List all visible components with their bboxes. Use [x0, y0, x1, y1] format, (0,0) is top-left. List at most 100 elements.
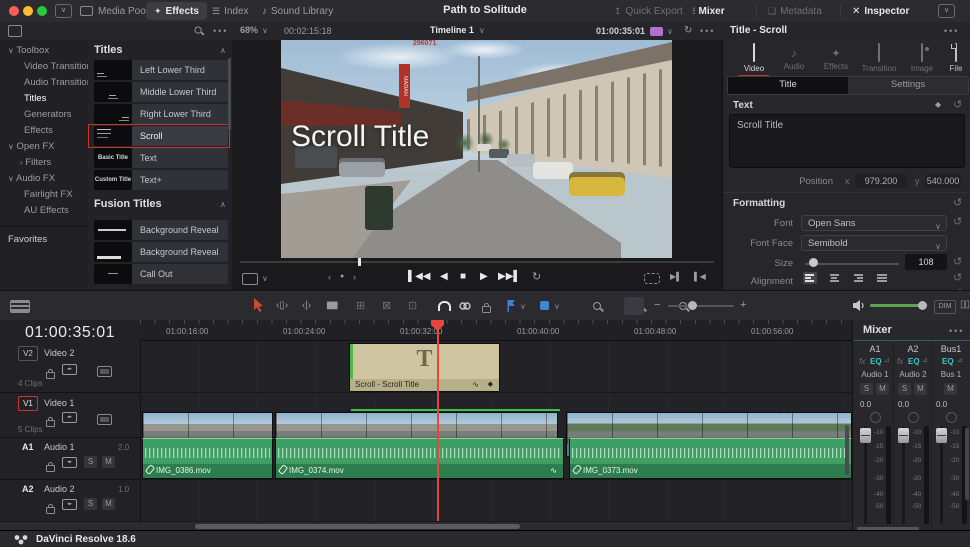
marker-icon[interactable] [540, 301, 549, 310]
timeline-view-options-icon[interactable] [10, 300, 30, 313]
sidebar-item-generators[interactable]: Generators [24, 109, 72, 120]
search-icon[interactable] [193, 26, 206, 37]
track-v2-enable-icon[interactable] [97, 366, 113, 377]
track-header-a2[interactable]: A2 Audio 2 1.0 ◂▸ S M [0, 479, 140, 522]
sidebar-item-audio-transitions[interactable]: Audio Transitions [24, 77, 97, 88]
zoom-full-extent-icon[interactable] [591, 301, 605, 313]
titles-scrollbar[interactable] [228, 58, 231, 130]
track-a2-destination[interactable]: A2 [22, 484, 34, 494]
snapping-magnet-icon[interactable] [438, 301, 451, 311]
track-header-a1[interactable]: A1 Audio 1 2.0 ◂▸ S M [0, 437, 140, 480]
fusion-titles-collapse-icon[interactable]: ∧ [220, 200, 226, 209]
channel-fader-handle[interactable] [898, 428, 909, 443]
keyframe-icon[interactable]: ◆ [935, 100, 941, 109]
channel-mute-button[interactable]: M [914, 383, 927, 395]
titles-collapse-icon[interactable]: ∧ [220, 46, 226, 55]
track-a1-destination[interactable]: A1 [22, 442, 34, 452]
trim-edit-mode-icon[interactable]: ‹▯› [276, 300, 288, 311]
align-justify-icon[interactable] [875, 272, 889, 284]
insert-clip-icon[interactable]: ⊞ [356, 299, 365, 312]
titles-panel-options-icon[interactable]: ••• [213, 26, 228, 36]
position-y-value[interactable]: 540.000 [925, 174, 961, 188]
metadata-button[interactable]: ❏ Metadata [768, 2, 822, 20]
formatting-reset-icon[interactable]: ↺ [953, 196, 962, 209]
play-around-icon[interactable]: ▶▌ [670, 272, 682, 281]
track-a1-mute-button[interactable]: M [102, 456, 115, 468]
mixer-button[interactable]: ⫶⫶ Mixer [692, 2, 725, 20]
overwrite-clip-icon[interactable]: ⊠ [382, 299, 391, 312]
channel-mute-button[interactable]: M [944, 383, 957, 395]
zoom-in-icon[interactable]: + [740, 299, 746, 311]
viewer-zoom-select[interactable]: 68% ∨ [240, 25, 268, 35]
text-content-input[interactable]: Scroll Title [729, 114, 965, 168]
title-item-scroll[interactable]: Scroll [88, 124, 230, 148]
audio-clip-1[interactable]: IMG_0386.mov [142, 438, 273, 479]
channel-eq-label[interactable]: EQ [908, 357, 920, 366]
title-clip-keyframe-icon[interactable]: ◆ [488, 379, 493, 391]
font-select[interactable]: Open Sans ∨ [801, 215, 947, 231]
sidebar-item-favorites[interactable]: Favorites [8, 234, 47, 245]
channel-eq-label[interactable]: EQ [870, 357, 882, 366]
channel-fader-handle[interactable] [936, 428, 947, 443]
volume-slider-handle[interactable] [918, 301, 927, 310]
step-back-icon[interactable]: ◀ [440, 271, 448, 282]
jog-forward-icon[interactable]: › [353, 272, 356, 282]
panel-layout-toggle-right[interactable]: ∨ [938, 4, 955, 18]
title-item-text-plus[interactable]: Custom Title Text+ [90, 170, 228, 190]
channel-mute-button[interactable]: M [876, 383, 889, 395]
speaker-icon[interactable] [852, 299, 866, 312]
position-lock-icon[interactable] [482, 303, 491, 313]
track-v1-destination[interactable]: V1 [18, 396, 38, 411]
jog-wheel-icon[interactable]: ● [340, 273, 344, 280]
channel-pan-knob[interactable] [946, 412, 957, 423]
channel-fx-label[interactable]: fx [859, 357, 865, 366]
viewer-scrubber[interactable] [240, 261, 714, 263]
track-v1-lock-icon[interactable] [46, 417, 55, 427]
selection-tool-icon[interactable] [252, 298, 264, 313]
track-v1-enable-icon[interactable] [97, 414, 113, 425]
title-item-background-reveal[interactable]: Background Reveal [90, 220, 228, 240]
tab-video[interactable]: Video [739, 43, 769, 77]
sidebar-item-au-effects[interactable]: AU Effects [24, 205, 69, 216]
flag-icon[interactable] [506, 299, 517, 312]
title-clip-automation-icon[interactable]: ∿ [472, 379, 479, 391]
marker-color-chevron[interactable]: ∨ [554, 302, 560, 311]
alignment-reset-icon[interactable]: ↺ [953, 271, 962, 284]
mixer-options-icon[interactable]: ••• [949, 326, 964, 336]
track-a2-autoselect-icon[interactable]: ◂▸ [62, 499, 77, 510]
audio-clip-3[interactable]: IMG_0373.mov [569, 438, 852, 479]
sidebar-item-audio-fx[interactable]: ∨ Audio FX [8, 173, 55, 184]
title-item-middle-lower-third[interactable]: Middle Lower Third [90, 82, 228, 102]
tab-file[interactable]: File [943, 43, 969, 73]
track-v2-lock-icon[interactable] [46, 369, 55, 379]
jog-reverse-icon[interactable]: ‹ [328, 272, 331, 282]
zoom-slider-handle[interactable] [688, 301, 697, 310]
go-to-first-frame-icon[interactable]: ▌◀◀ [408, 271, 430, 282]
go-to-last-frame-icon[interactable]: ▶▶▌ [498, 271, 520, 282]
channel-pan-knob[interactable] [908, 412, 919, 423]
channel-eq-label[interactable]: EQ [942, 357, 954, 366]
gang-viewers-icon[interactable] [242, 273, 258, 285]
subtab-settings[interactable]: Settings [848, 77, 968, 94]
title-item-right-lower-third[interactable]: Right Lower Third [90, 104, 228, 124]
clip-color-icon[interactable] [650, 27, 663, 36]
audio-clip-2[interactable]: IMG_0374.mov ∿ [275, 438, 564, 479]
channel-fx-label[interactable]: fx [897, 357, 903, 366]
title-item-call-out[interactable]: Call Out [90, 264, 228, 284]
match-frame-icon[interactable]: ▌◀ [694, 272, 706, 281]
timeline-playhead[interactable] [437, 320, 439, 521]
title-item-left-lower-third[interactable]: Left Lower Third [90, 60, 228, 80]
size-slider-track[interactable] [805, 263, 899, 265]
timeline-vertical-scrollbar[interactable] [845, 425, 849, 475]
play-icon[interactable]: ▶ [480, 271, 488, 282]
channel-pan-knob[interactable] [870, 412, 881, 423]
timeline-horizontal-scrollbar[interactable] [195, 524, 520, 529]
subtab-title[interactable]: Title [728, 77, 848, 94]
sidebar-item-filters[interactable]: › Filters [20, 157, 51, 168]
zoom-out-icon[interactable]: − [654, 299, 660, 311]
sidebar-item-titles[interactable]: Titles [24, 93, 46, 104]
position-x-value[interactable]: 979.200 [855, 174, 907, 188]
title-item-text[interactable]: Basic Title Text [90, 148, 228, 168]
channel-solo-button[interactable]: S [860, 383, 873, 395]
clip-color-chevron[interactable]: ∨ [667, 27, 673, 36]
